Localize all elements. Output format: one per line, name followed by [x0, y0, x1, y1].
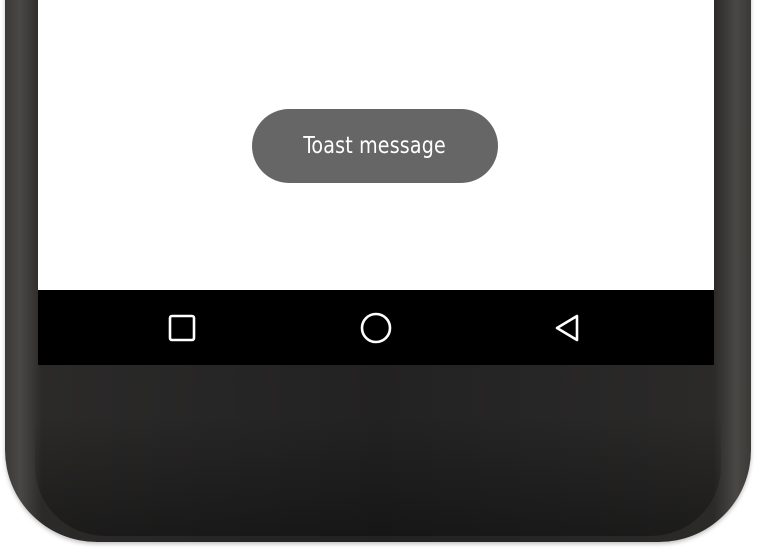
home-button[interactable]	[346, 290, 406, 365]
triangle-back-icon	[555, 314, 579, 341]
device-frame: Toast message	[0, 0, 757, 553]
app-screen: Toast message	[38, 0, 714, 290]
square-recents-icon	[168, 314, 196, 341]
navigation-bar	[38, 290, 714, 365]
toast-message: Toast message	[303, 133, 447, 159]
recents-button[interactable]	[152, 290, 212, 365]
circle-home-icon	[360, 312, 392, 343]
back-button[interactable]	[538, 290, 598, 365]
toast-popup: Toast message	[252, 109, 498, 183]
